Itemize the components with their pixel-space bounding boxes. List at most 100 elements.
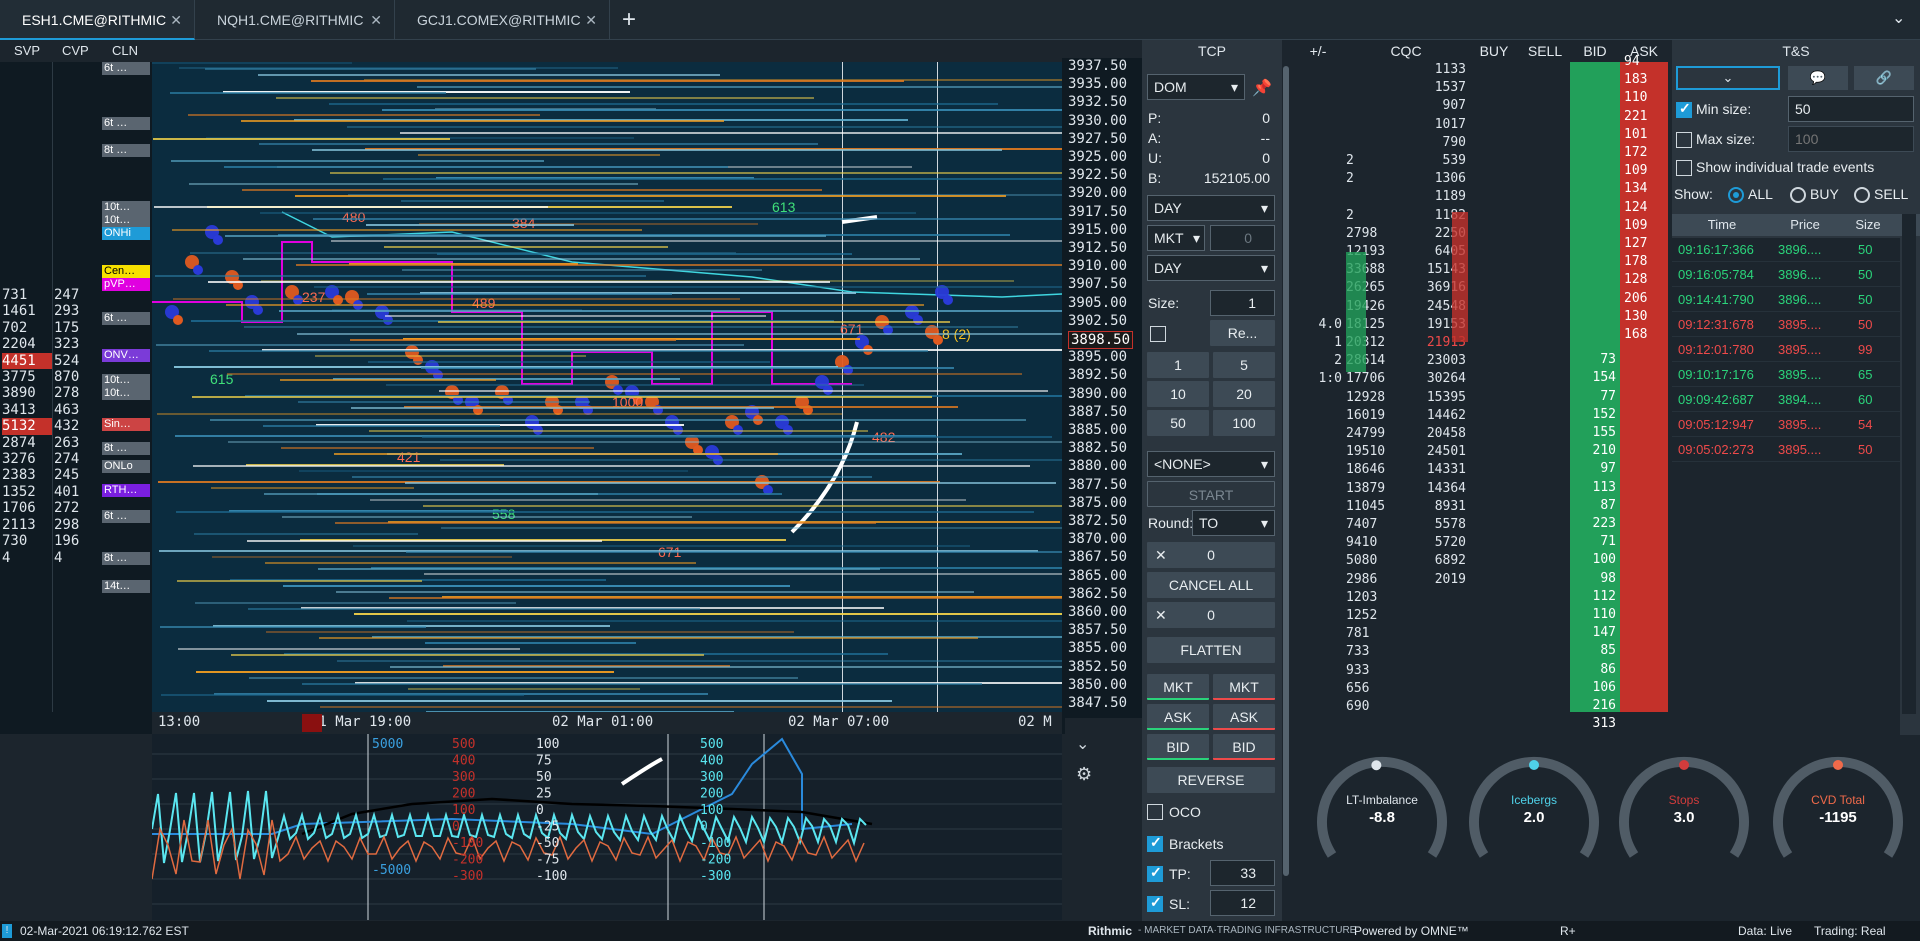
tp-stepper[interactable]: 33 [1210, 860, 1275, 886]
col-sell[interactable]: SELL [1520, 40, 1570, 62]
cancel-all-button[interactable]: CANCEL ALL [1147, 572, 1275, 598]
bid-size[interactable]: 210 [1572, 443, 1616, 458]
cln-toggle[interactable]: CLN [112, 43, 138, 58]
bid-size[interactable]: 216 [1572, 698, 1616, 713]
qty-50-button[interactable]: 50 [1147, 410, 1209, 436]
ask-size[interactable]: 127 [1624, 236, 1647, 251]
ts-row[interactable]: 09:16:05:784 3896.... 50 [1672, 263, 1900, 287]
tif2-select[interactable]: DAY ▾ [1147, 255, 1275, 281]
ts-filter-dropdown[interactable]: ⌄ [1676, 66, 1780, 90]
ts-row[interactable]: 09:16:17:366 3896.... 50 [1672, 238, 1900, 262]
close-icon[interactable]: ✕ [170, 0, 182, 40]
bid-size[interactable]: 152 [1572, 407, 1616, 422]
size-stepper[interactable]: 1 [1210, 290, 1275, 316]
bid-size[interactable]: 77 [1572, 389, 1616, 404]
chat-icon[interactable]: 💬 [1788, 66, 1848, 90]
bid-size[interactable]: 155 [1572, 425, 1616, 440]
ask-size[interactable]: 109 [1624, 163, 1647, 178]
bid-size[interactable]: 97 [1572, 461, 1616, 476]
qty-5-button[interactable]: 5 [1213, 352, 1275, 378]
ask-size[interactable]: 221 [1624, 109, 1647, 124]
level-tag[interactable]: RTH… [102, 484, 150, 497]
reset-button[interactable]: Re... [1210, 320, 1275, 346]
gear-icon[interactable]: ⚙ [1076, 764, 1092, 785]
flatten-button[interactable]: FLATTEN [1147, 637, 1275, 663]
buy-ask-button[interactable]: ASK [1147, 704, 1209, 730]
col-cqc[interactable]: CQC [1344, 40, 1468, 62]
ask-size[interactable]: 130 [1624, 309, 1647, 324]
level-tag[interactable]: 6t … [102, 312, 150, 325]
level-tag[interactable]: 10t… [102, 214, 150, 227]
tif-select[interactable]: DAY ▾ [1147, 195, 1275, 221]
level-tag[interactable]: Sin… [102, 418, 150, 431]
ask-size[interactable]: 124 [1624, 200, 1647, 215]
round-select[interactable]: TO ▾ [1192, 510, 1275, 536]
show-individual-checkbox[interactable] [1676, 160, 1692, 176]
tab-gcj1[interactable]: GCJ1.COMEX@RITHMIC ✕ [395, 0, 610, 40]
size-checkbox[interactable] [1150, 326, 1166, 342]
chevron-down-icon[interactable]: ⌄ [1076, 734, 1089, 754]
ask-size[interactable]: 101 [1624, 127, 1647, 142]
col-price[interactable]: Price [1772, 214, 1838, 236]
order-type-select[interactable]: MKT ▾ [1147, 225, 1205, 251]
level-tag[interactable]: 10t… [102, 374, 150, 387]
order-qty-field[interactable]: 0 [1210, 225, 1275, 251]
ask-size[interactable]: 134 [1624, 181, 1647, 196]
ask-size[interactable]: 178 [1624, 254, 1647, 269]
buy-bid-button[interactable]: BID [1147, 734, 1209, 760]
sl-checkbox[interactable] [1147, 894, 1163, 912]
ask-size[interactable]: 128 [1624, 272, 1647, 287]
tp-checkbox[interactable] [1147, 864, 1163, 882]
min-size-input[interactable] [1788, 96, 1914, 122]
reverse-button[interactable]: REVERSE [1147, 767, 1275, 793]
bid-size[interactable]: 223 [1572, 516, 1616, 531]
ask-size[interactable]: 206 [1624, 291, 1647, 306]
max-size-checkbox[interactable] [1676, 132, 1692, 148]
qty-100-button[interactable]: 100 [1213, 410, 1275, 436]
qty-10-button[interactable]: 10 [1147, 381, 1209, 407]
bid-size[interactable]: 86 [1572, 662, 1616, 677]
level-tag[interactable]: 8t … [102, 144, 150, 157]
ask-size[interactable]: 172 [1624, 145, 1647, 160]
ts-row[interactable]: 09:09:42:687 3894.... 60 [1672, 388, 1900, 412]
strategy-select[interactable]: <NONE> ▾ [1147, 451, 1275, 477]
level-tag[interactable]: 8t … [102, 442, 150, 455]
level-tag[interactable]: ONHi [102, 227, 150, 240]
bid-size[interactable]: 110 [1572, 607, 1616, 622]
cvp-toggle[interactable]: CVP [62, 43, 89, 58]
col-buy[interactable]: BUY [1468, 40, 1520, 62]
bid-size[interactable]: 87 [1572, 498, 1616, 513]
ts-row[interactable]: 09:12:01:780 3895.... 99 [1672, 338, 1900, 362]
level-tag[interactable]: 8t … [102, 552, 150, 565]
sell-ask-button[interactable]: ASK [1213, 704, 1275, 730]
ask-size[interactable]: 168 [1624, 327, 1647, 342]
close-icon[interactable]: ✕ [585, 0, 597, 40]
ts-row[interactable]: 09:14:41:790 3896.... 50 [1672, 288, 1900, 312]
level-tag[interactable]: ONV… [102, 349, 150, 362]
col-bid[interactable]: BID [1570, 40, 1620, 62]
cancel-buys-button[interactable]: ✕ 0 [1147, 542, 1275, 568]
info-icon[interactable]: ! [2, 924, 12, 938]
level-tag[interactable]: 10t… [102, 387, 150, 400]
bid-size[interactable]: 113 [1572, 480, 1616, 495]
ts-row[interactable]: 09:12:31:678 3895.... 50 [1672, 313, 1900, 337]
bid-size[interactable]: 85 [1572, 643, 1616, 658]
ts-row[interactable]: 09:05:12:947 3895.... 54 [1672, 413, 1900, 437]
mode-select[interactable]: DOM ▾ [1147, 74, 1245, 100]
level-tag[interactable]: pVP… [102, 278, 150, 291]
add-tab-icon[interactable]: + [622, 6, 636, 34]
min-size-checkbox[interactable] [1676, 100, 1692, 118]
cancel-sells-button[interactable]: ✕ 0 [1147, 602, 1275, 628]
ask-size[interactable]: 109 [1624, 218, 1647, 233]
level-tag[interactable]: 6t … [102, 117, 150, 130]
tab-esh1[interactable]: ESH1.CME@RITHMIC ✕ [0, 0, 195, 40]
tab-nqh1[interactable]: NQH1.CME@RITHMIC ✕ [195, 0, 395, 40]
bid-size[interactable]: 71 [1572, 534, 1616, 549]
sl-stepper[interactable]: 12 [1210, 890, 1275, 916]
bid-size[interactable]: 106 [1572, 680, 1616, 695]
level-tag[interactable]: 14t… [102, 580, 150, 593]
level-tag[interactable]: ONLo [102, 460, 150, 473]
bid-size[interactable]: 313 [1572, 716, 1616, 731]
ask-size[interactable]: 110 [1624, 90, 1647, 105]
start-button[interactable]: START [1147, 481, 1275, 507]
